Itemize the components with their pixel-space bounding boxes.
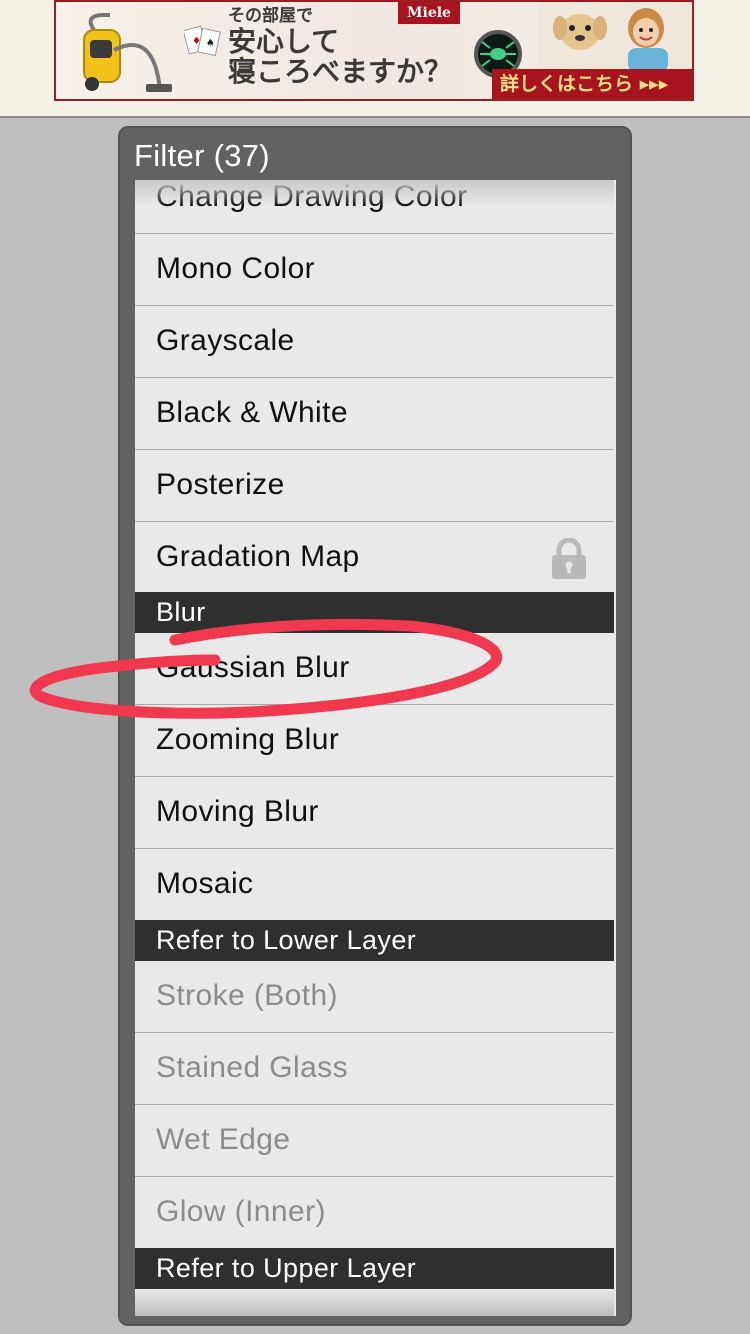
filter-panel: Filter (37) Change Drawing Color Mono Co… xyxy=(118,126,632,1326)
ad-line-3: 寝ころべますか？ xyxy=(228,55,453,88)
cards-image: ♦ ♠ xyxy=(184,25,221,57)
scroll-fade-bottom xyxy=(135,1288,614,1316)
filter-item-mono-color[interactable]: Mono Color xyxy=(135,234,614,306)
filter-item-stroke-both[interactable]: Stroke (Both) xyxy=(135,961,614,1033)
child-and-dog-image xyxy=(538,2,692,72)
svg-text:♦: ♦ xyxy=(192,36,201,47)
filter-item-moving-blur[interactable]: Moving Blur xyxy=(135,777,614,849)
filter-list[interactable]: Change Drawing Color Mono Color Grayscal… xyxy=(135,180,616,1316)
ad-strip: ♦ ♠ その部屋で 安心して 寝ころべますか？ Miele 詳しくはこちら ▸▸… xyxy=(0,0,750,118)
ad-line-2: 安心して xyxy=(228,25,340,58)
section-header-blur: Blur xyxy=(135,592,614,633)
svg-text:♠: ♠ xyxy=(206,38,215,49)
filter-item-zooming-blur[interactable]: Zooming Blur xyxy=(135,705,614,777)
ad-brand-logo: Miele xyxy=(398,2,460,24)
lock-icon xyxy=(552,538,586,579)
panel-title: Filter (37) xyxy=(134,138,270,173)
filter-item-wet-edge[interactable]: Wet Edge xyxy=(135,1105,614,1177)
section-header-refer-upper: Refer to Upper Layer xyxy=(135,1248,614,1289)
filter-item-grayscale[interactable]: Grayscale xyxy=(135,306,614,378)
ad-cta-button[interactable]: 詳しくはこちら ▸▸▸ xyxy=(492,69,692,99)
filter-item-label: Gradation Map xyxy=(156,540,360,573)
ad-banner[interactable]: ♦ ♠ その部屋で 安心して 寝ころべますか？ Miele 詳しくはこちら ▸▸… xyxy=(54,0,694,101)
vacuum-image xyxy=(83,13,172,92)
section-header-refer-lower: Refer to Lower Layer xyxy=(135,920,614,961)
filter-item-black-white[interactable]: Black & White xyxy=(135,378,614,450)
filter-item-mosaic[interactable]: Mosaic xyxy=(135,849,614,921)
filter-item-glow-inner[interactable]: Glow (Inner) xyxy=(135,1177,614,1249)
filter-item-posterize[interactable]: Posterize xyxy=(135,450,614,522)
filter-item-gradation-map[interactable]: Gradation Map xyxy=(135,522,614,594)
filter-item-stained-glass[interactable]: Stained Glass xyxy=(135,1033,614,1105)
filter-item-gaussian-blur[interactable]: Gaussian Blur xyxy=(135,633,614,705)
scroll-fade-top xyxy=(135,180,614,206)
